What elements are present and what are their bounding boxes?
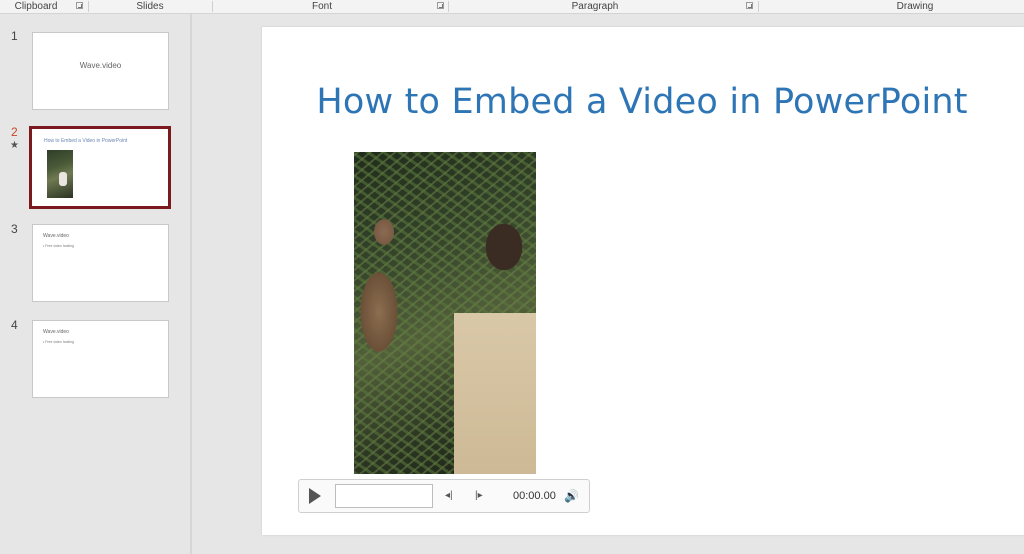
thumbnail-number: 2 xyxy=(11,125,18,139)
ribbon-separator xyxy=(758,1,759,12)
thumbnail-title: Wave.video xyxy=(43,233,69,239)
ribbon-group-font: Font xyxy=(311,1,332,12)
video-time: 00:00.00 xyxy=(513,490,556,502)
thumbnail-slide-3[interactable]: Wave.video • Free video hosting xyxy=(32,224,169,302)
ribbon-group-clipboard: Clipboard xyxy=(14,1,58,12)
animation-star-icon: ★ xyxy=(10,140,19,151)
ribbon-separator xyxy=(88,1,89,12)
video-progress-bar[interactable] xyxy=(335,484,433,508)
ribbon-group-drawing: Drawing xyxy=(896,1,934,12)
thumbnail-slide-2[interactable]: How to Embed a Video in PowerPoint xyxy=(29,126,171,209)
slide-thumbnails-pane[interactable]: 1 Wave.video 2 ★ How to Embed a Video in… xyxy=(0,14,190,554)
font-launcher-icon[interactable] xyxy=(437,2,444,9)
thumbnail-number: 1 xyxy=(11,29,18,43)
ribbon-group-labels: Clipboard Slides Font Paragraph Drawing xyxy=(0,0,1024,14)
play-icon[interactable] xyxy=(309,488,321,504)
thumbnail-title: Wave.video xyxy=(79,61,122,70)
slide-title[interactable]: How to Embed a Video in PowerPoint xyxy=(262,82,1022,122)
video-controls: ◂| |▸ 00:00.00 🔊 xyxy=(298,479,590,513)
embedded-video[interactable] xyxy=(354,152,536,474)
volume-icon[interactable]: 🔊 xyxy=(564,489,579,503)
thumbnail-title: Wave.video xyxy=(43,329,69,335)
thumbnail-bullet: • Free video hosting xyxy=(43,244,74,248)
step-back-icon[interactable]: ◂| xyxy=(445,490,453,502)
thumbnail-number: 3 xyxy=(11,222,18,236)
slide[interactable]: How to Embed a Video in PowerPoint ◂| |▸… xyxy=(262,27,1024,535)
ribbon-separator xyxy=(212,1,213,12)
ribbon-separator xyxy=(448,1,449,12)
thumbnail-video-image xyxy=(47,150,73,198)
thumbnail-title: How to Embed a Video in PowerPoint xyxy=(44,138,128,144)
ribbon-group-paragraph: Paragraph xyxy=(571,1,619,12)
ribbon-group-slides: Slides xyxy=(136,1,164,12)
paragraph-launcher-icon[interactable] xyxy=(746,2,753,9)
clipboard-launcher-icon[interactable] xyxy=(76,2,83,9)
thumbnail-slide-1[interactable]: Wave.video xyxy=(32,32,169,110)
thumbnail-number: 4 xyxy=(11,318,18,332)
thumbnail-bullet: • Free video hosting xyxy=(43,340,74,344)
step-forward-icon[interactable]: |▸ xyxy=(475,490,483,502)
thumbnail-slide-4[interactable]: Wave.video • Free video hosting xyxy=(32,320,169,398)
